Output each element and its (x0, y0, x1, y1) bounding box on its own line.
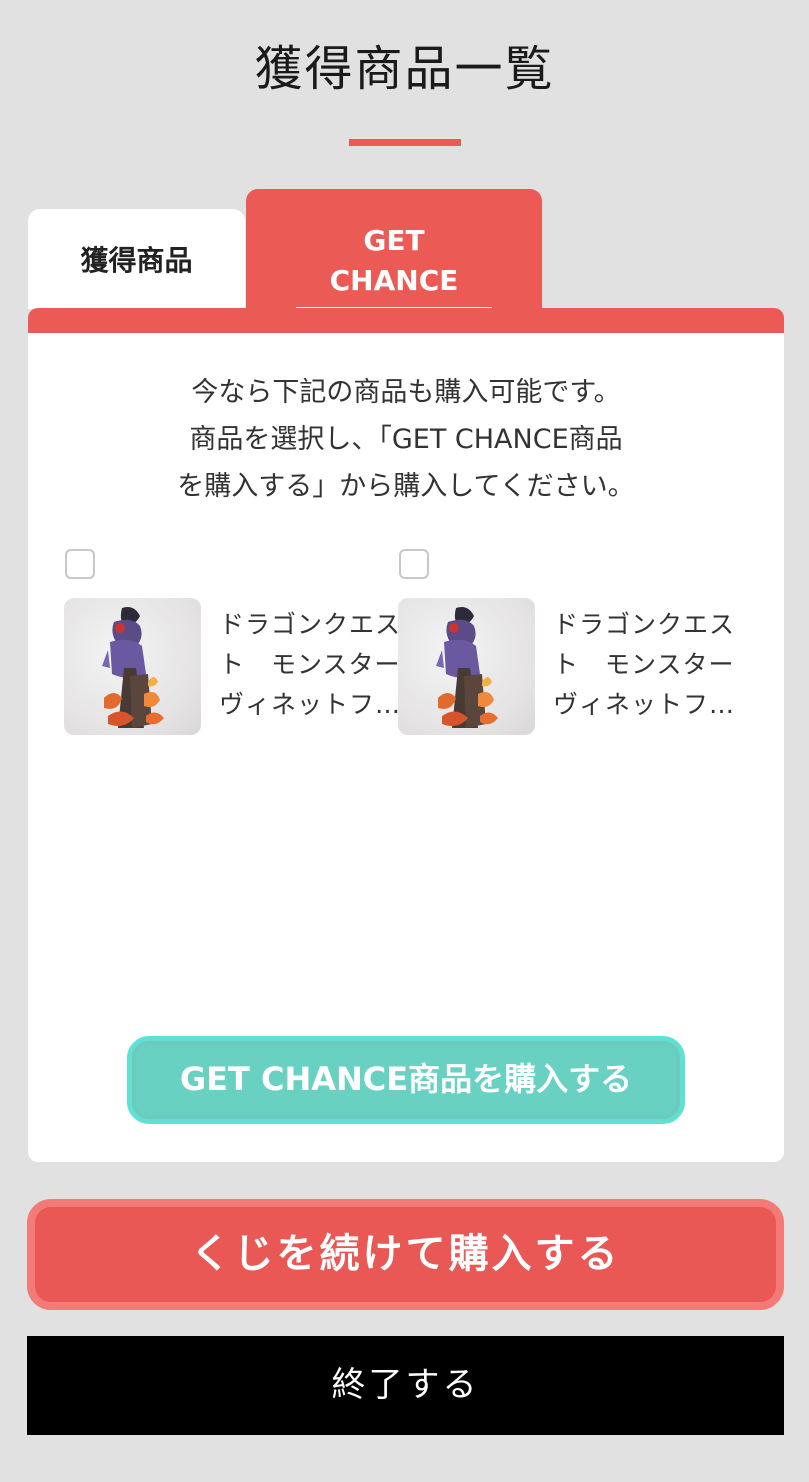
product-name-line: ヴィネットフ… (553, 690, 733, 719)
continue-kuji-purchase-button[interactable]: くじを続けて購入する (27, 1199, 784, 1310)
page-title: 獲得商品一覧 (254, 41, 555, 97)
intro-line: を購入する」から購入してください。 (177, 471, 635, 502)
product-name-line: ト モンスター (553, 650, 733, 679)
get-chance-purchase-button[interactable]: GET CHANCE商品を購入する (127, 1036, 685, 1124)
get-chance-panel: 今なら下記の商品も購入可能です。 商品を選択し、「GET CHANCE商品 を購… (28, 333, 784, 1162)
product-image[interactable] (64, 598, 201, 735)
tab-acquired-items[interactable]: 獲得商品 (28, 209, 245, 309)
product-name-line: ドラゴンクエス (553, 610, 733, 639)
tab-get-chance[interactable]: GET CHANCE (246, 189, 542, 319)
product-checkbox[interactable] (65, 549, 95, 579)
tab-panel-header-strip (28, 308, 784, 336)
title-underline (349, 139, 461, 146)
figure-image-icon (436, 607, 498, 728)
product-image[interactable] (398, 598, 535, 735)
product-name-line: ヴィネットフ… (219, 690, 399, 719)
product-checkbox[interactable] (399, 549, 429, 579)
tab-acquired-items-label: 獲得商品 (80, 244, 193, 277)
intro-line: 今なら下記の商品も購入可能です。 (191, 377, 621, 408)
product-name[interactable]: ドラゴンクエス ト モンスター ヴィネットフ… (219, 605, 399, 725)
figure-image-icon (102, 607, 164, 728)
intro-text: 今なら下記の商品も購入可能です。 商品を選択し、「GET CHANCE商品 を購… (28, 369, 784, 510)
product-name[interactable]: ドラゴンクエス ト モンスター ヴィネットフ… (553, 605, 733, 725)
tab-get-chance-label: GET CHANCE (296, 221, 492, 311)
finish-button[interactable]: 終了する (27, 1336, 784, 1435)
product-name-line: ト モンスター (219, 650, 399, 679)
intro-line: 商品を選択し、「GET CHANCE商品 (189, 424, 623, 455)
product-name-line: ドラゴンクエス (219, 610, 399, 639)
